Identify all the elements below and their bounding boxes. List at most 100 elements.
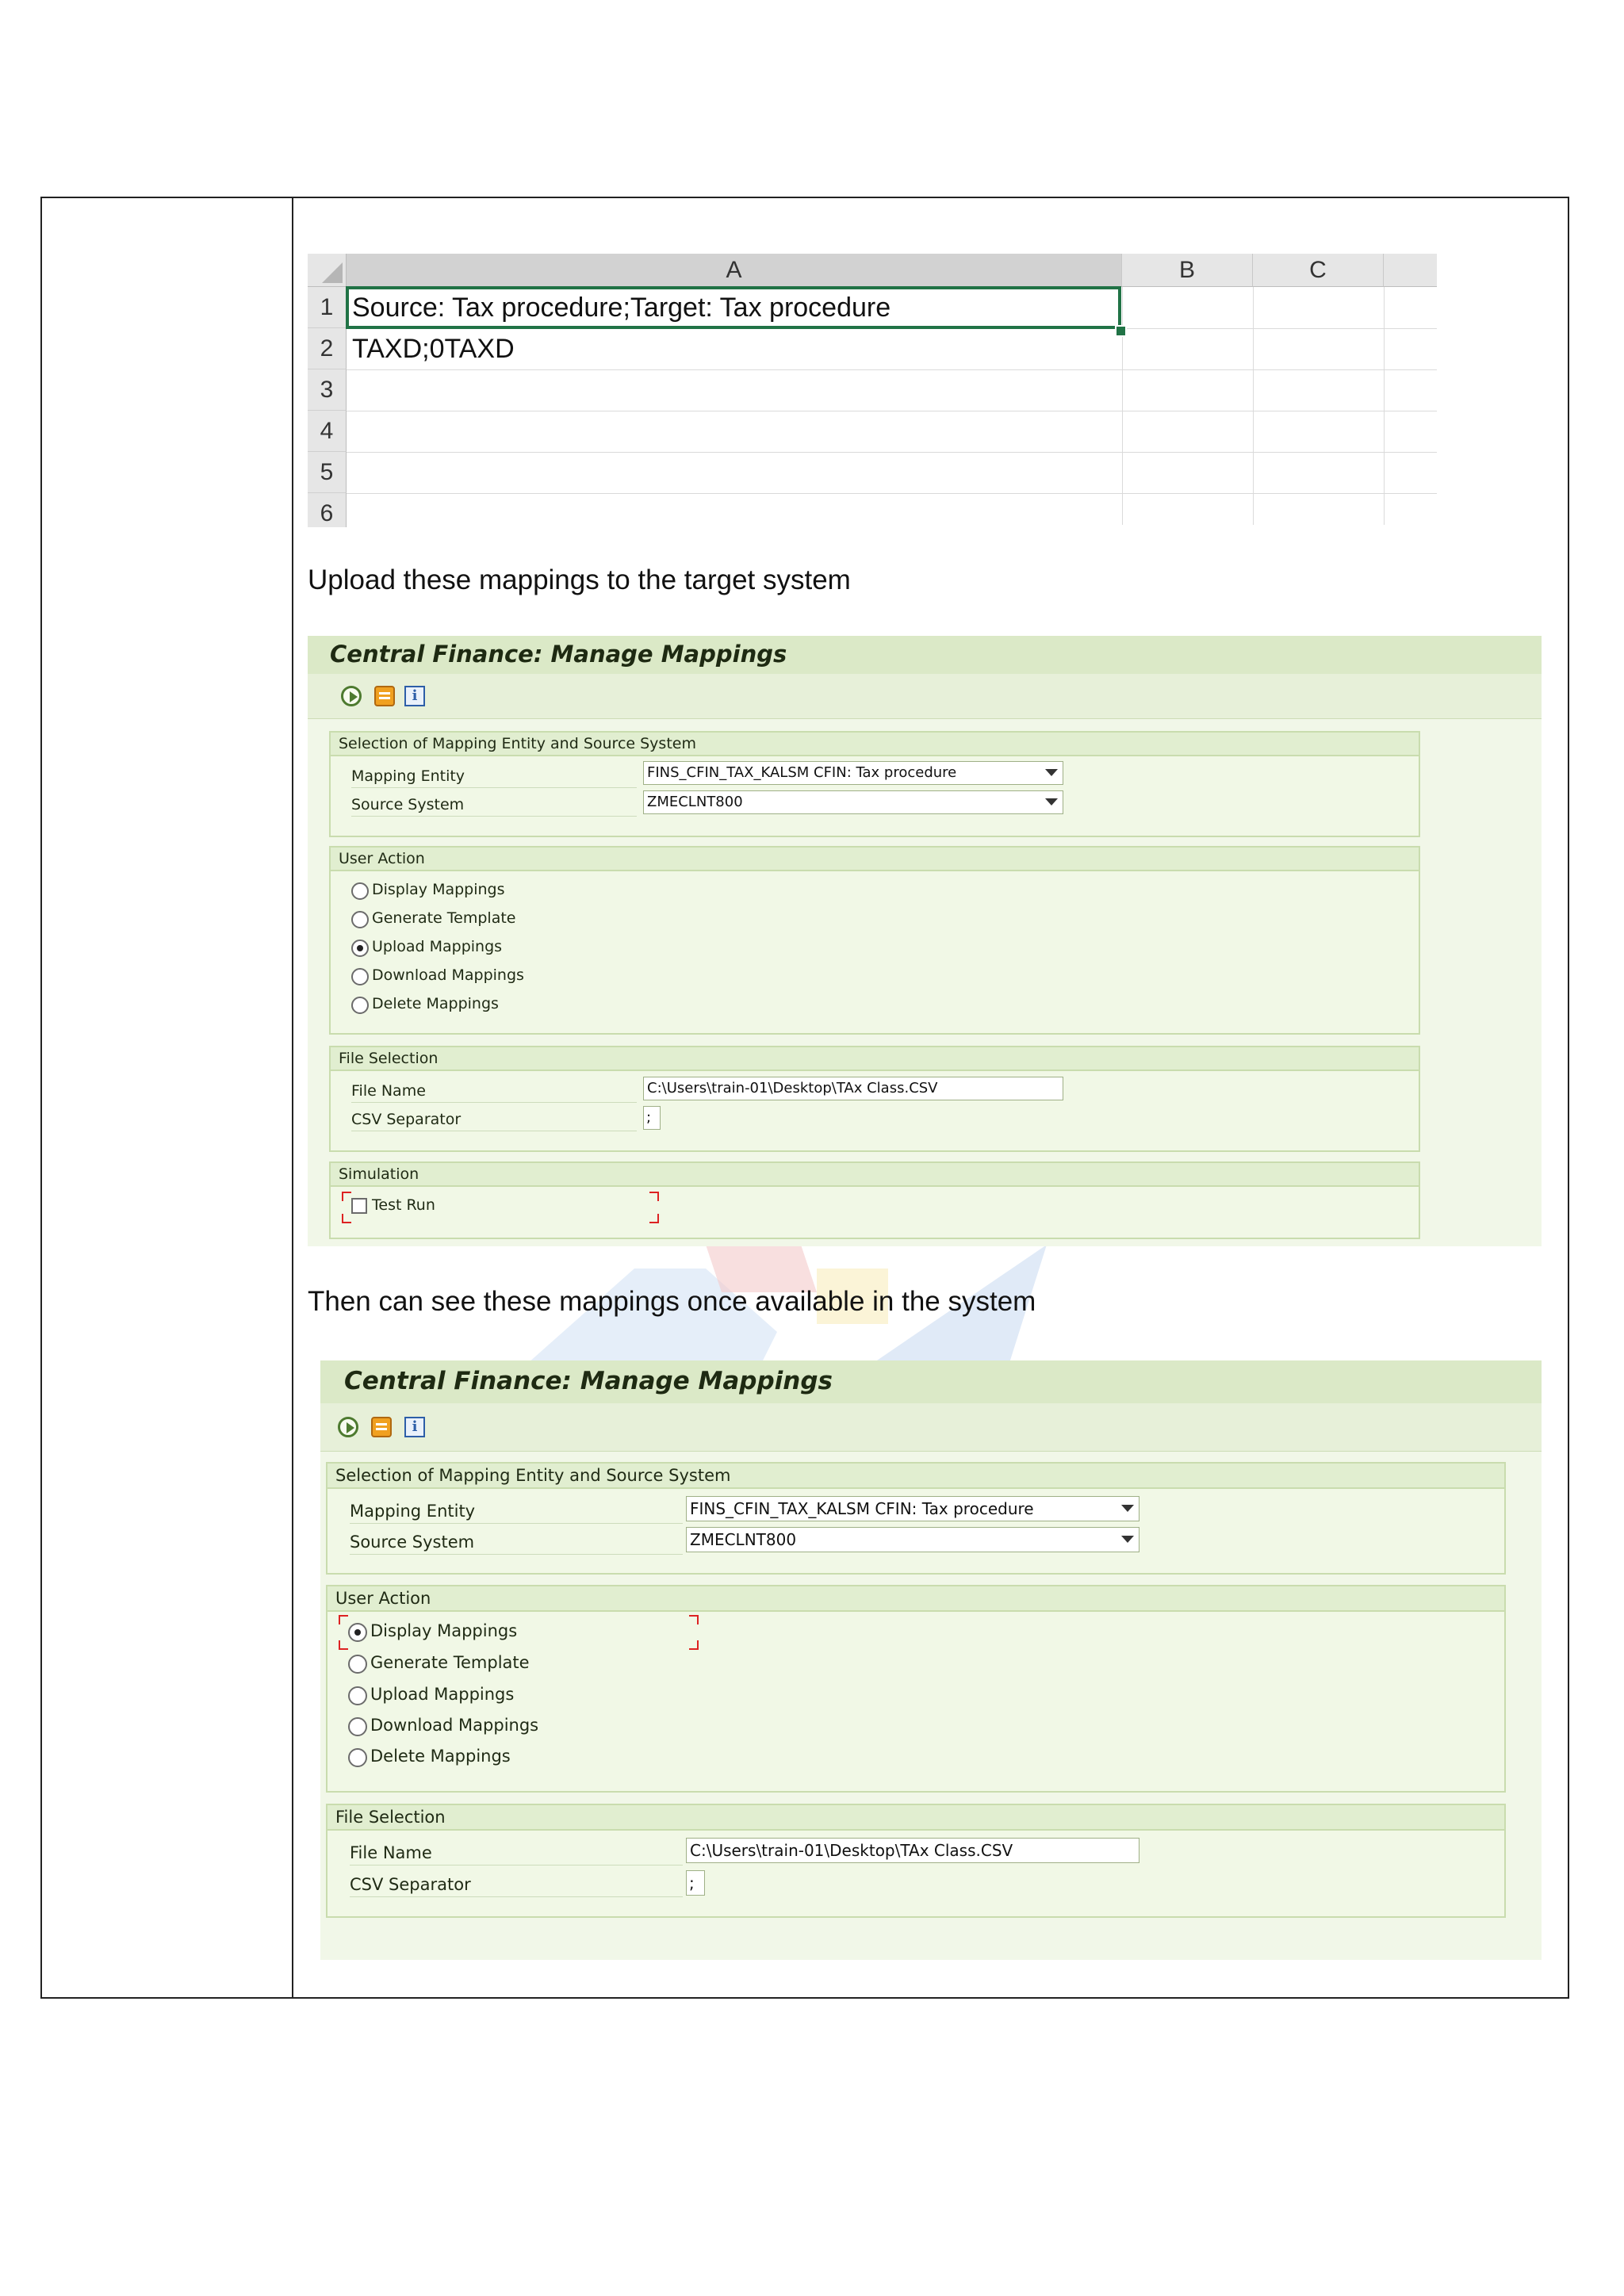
focus-corner — [342, 1192, 351, 1201]
focus-corner — [339, 1615, 348, 1624]
column-header-c[interactable]: C — [1253, 254, 1384, 287]
file-name-input[interactable]: C:\Users\train-01\Desktop\TAx Class.CSV — [686, 1838, 1139, 1863]
grid-line — [1253, 287, 1254, 525]
source-system-value: ZMECLNT800 — [690, 1530, 797, 1549]
radio-download-mappings[interactable] — [348, 1717, 367, 1736]
chevron-down-icon[interactable] — [1121, 1505, 1134, 1512]
mapping-entity-dropdown[interactable]: FINS_CFIN_TAX_KALSM CFIN: Tax procedure — [686, 1496, 1139, 1521]
group-title: User Action — [327, 1586, 1504, 1612]
radio-label-download-mappings[interactable]: Download Mappings — [372, 966, 524, 984]
group-title: User Action — [331, 848, 1419, 871]
file-name-label: File Name — [350, 1840, 683, 1866]
row-header-5[interactable]: 5 — [308, 452, 347, 493]
radio-download-mappings[interactable] — [351, 968, 369, 985]
column-header-partial[interactable] — [1384, 254, 1437, 287]
sap-screen-display: Central Finance: Manage Mappings i Selec… — [320, 1360, 1542, 1960]
focus-corner — [339, 1640, 348, 1650]
mapping-entity-value: FINS_CFIN_TAX_KALSM CFIN: Tax procedure — [647, 764, 957, 781]
grid-line — [1384, 287, 1385, 525]
file-selection-group: File Selection File Name C:\Users\train-… — [326, 1804, 1506, 1918]
radio-delete-mappings[interactable] — [348, 1748, 367, 1767]
csv-separator-label: CSV Separator — [351, 1108, 637, 1131]
csv-separator-input[interactable]: ; — [643, 1106, 661, 1130]
radio-label-display-mappings[interactable]: Display Mappings — [372, 881, 505, 898]
source-system-value: ZMECLNT800 — [647, 794, 743, 810]
radio-label-delete-mappings[interactable]: Delete Mappings — [370, 1747, 511, 1766]
radio-label-display-mappings[interactable]: Display Mappings — [370, 1621, 517, 1640]
focus-corner — [649, 1192, 659, 1201]
user-action-group: User Action Display Mappings Generate Te… — [329, 846, 1420, 1035]
source-system-label: Source System — [351, 793, 637, 817]
csv-separator-input[interactable]: ; — [686, 1870, 705, 1896]
radio-upload-mappings[interactable] — [348, 1686, 367, 1705]
group-title: Selection of Mapping Entity and Source S… — [327, 1464, 1504, 1489]
application-toolbar: i — [308, 674, 1542, 719]
focus-corner — [342, 1214, 351, 1223]
instruction-upload: Upload these mappings to the target syst… — [308, 564, 851, 595]
application-toolbar: i — [320, 1403, 1542, 1452]
screen-title: Central Finance: Manage Mappings — [330, 641, 787, 668]
test-run-checkbox[interactable] — [351, 1198, 367, 1214]
file-name-input[interactable]: C:\Users\train-01\Desktop\TAx Class.CSV — [643, 1077, 1063, 1100]
source-system-label: Source System — [350, 1529, 683, 1555]
get-variant-icon[interactable] — [374, 686, 395, 706]
radio-label-upload-mappings[interactable]: Upload Mappings — [370, 1685, 514, 1704]
chevron-down-icon[interactable] — [1045, 769, 1058, 776]
chevron-down-icon[interactable] — [1045, 798, 1058, 806]
group-title: Selection of Mapping Entity and Source S… — [331, 733, 1419, 756]
user-action-group: User Action Display Mappings Generate Te… — [326, 1585, 1506, 1793]
radio-label-delete-mappings[interactable]: Delete Mappings — [372, 995, 499, 1012]
screen-title: Central Finance: Manage Mappings — [344, 1367, 833, 1395]
execute-icon[interactable] — [341, 686, 362, 706]
file-name-label: File Name — [351, 1079, 637, 1103]
select-all-corner[interactable] — [308, 254, 347, 287]
radio-label-generate-template[interactable]: Generate Template — [372, 909, 515, 927]
instruction-view: Then can see these mappings once availab… — [308, 1286, 1036, 1317]
focus-corner — [649, 1214, 659, 1223]
excel-spreadsheet: A B C 1 2 3 4 5 6 Source: Tax procedure;… — [308, 234, 1437, 527]
column-header-b[interactable]: B — [1122, 254, 1253, 287]
mapping-entity-dropdown[interactable]: FINS_CFIN_TAX_KALSM CFIN: Tax procedure — [643, 761, 1063, 785]
grid-line — [347, 369, 1437, 370]
row-header-3[interactable]: 3 — [308, 369, 347, 411]
column-header-a[interactable]: A — [347, 254, 1122, 287]
screen-body: Selection of Mapping Entity and Source S… — [320, 1452, 1542, 1960]
mapping-entity-label: Mapping Entity — [350, 1498, 683, 1524]
source-system-dropdown[interactable]: ZMECLNT800 — [643, 790, 1063, 814]
row-header-4[interactable]: 4 — [308, 411, 347, 452]
radio-label-upload-mappings[interactable]: Upload Mappings — [372, 938, 502, 955]
radio-label-download-mappings[interactable]: Download Mappings — [370, 1716, 538, 1735]
sap-screen-upload: Central Finance: Manage Mappings i Selec… — [308, 636, 1542, 1246]
file-selection-group: File Selection File Name C:\Users\train-… — [329, 1046, 1420, 1152]
radio-generate-template[interactable] — [348, 1655, 367, 1674]
simulation-group: Simulation Test Run — [329, 1161, 1420, 1239]
group-title: Simulation — [331, 1163, 1419, 1187]
execute-icon[interactable] — [338, 1417, 358, 1437]
radio-delete-mappings[interactable] — [351, 997, 369, 1014]
chevron-down-icon[interactable] — [1121, 1536, 1134, 1543]
row-header-2[interactable]: 2 — [308, 328, 347, 369]
source-system-dropdown[interactable]: ZMECLNT800 — [686, 1527, 1139, 1552]
focus-corner — [689, 1615, 699, 1624]
radio-display-mappings[interactable] — [351, 882, 369, 900]
title-bar: Central Finance: Manage Mappings — [320, 1360, 1542, 1404]
get-variant-icon[interactable] — [371, 1417, 392, 1437]
test-run-label[interactable]: Test Run — [372, 1196, 435, 1214]
row-header-1[interactable]: 1 — [308, 287, 347, 328]
info-icon[interactable]: i — [404, 686, 425, 706]
info-icon[interactable]: i — [404, 1417, 425, 1437]
mapping-entity-label: Mapping Entity — [351, 764, 637, 788]
table-column-divider — [292, 197, 293, 1999]
focus-corner — [689, 1640, 699, 1650]
radio-upload-mappings[interactable] — [351, 939, 369, 957]
radio-display-mappings[interactable] — [348, 1623, 367, 1642]
radio-label-generate-template[interactable]: Generate Template — [370, 1653, 530, 1672]
grid-line — [1122, 287, 1123, 525]
active-cell-border — [346, 286, 1121, 329]
radio-generate-template[interactable] — [351, 911, 369, 928]
row-header-6[interactable]: 6 — [308, 493, 347, 527]
fill-handle[interactable] — [1115, 325, 1127, 337]
selection-group: Selection of Mapping Entity and Source S… — [329, 731, 1420, 837]
cell-a2[interactable]: TAXD;0TAXD — [352, 334, 515, 365]
group-title: File Selection — [327, 1805, 1504, 1831]
